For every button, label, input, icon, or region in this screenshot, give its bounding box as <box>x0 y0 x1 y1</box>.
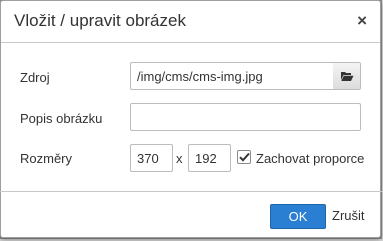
close-icon[interactable]: × <box>357 11 367 31</box>
keep-ratio-label[interactable]: Zachovat proporce <box>256 151 364 166</box>
keep-ratio-checkbox[interactable] <box>237 150 251 164</box>
dialog-header: Vložit / upravit obrázek × <box>1 1 380 43</box>
description-input[interactable] <box>130 103 361 131</box>
browse-button[interactable] <box>333 62 361 90</box>
source-label: Zdroj <box>20 70 50 85</box>
dialog-title: Vložit / upravit obrázek <box>14 11 186 30</box>
description-label: Popis obrázku <box>20 111 103 126</box>
height-input[interactable] <box>188 144 231 172</box>
ok-button[interactable]: OK <box>270 204 326 229</box>
folder-open-icon <box>340 72 353 81</box>
checkmark-icon <box>238 152 250 162</box>
cancel-button[interactable]: Zrušit <box>332 208 365 223</box>
dimension-separator: x <box>176 151 183 166</box>
dimensions-label: Rozměry <box>20 151 73 166</box>
width-input[interactable] <box>130 144 173 172</box>
source-input[interactable] <box>130 62 334 90</box>
